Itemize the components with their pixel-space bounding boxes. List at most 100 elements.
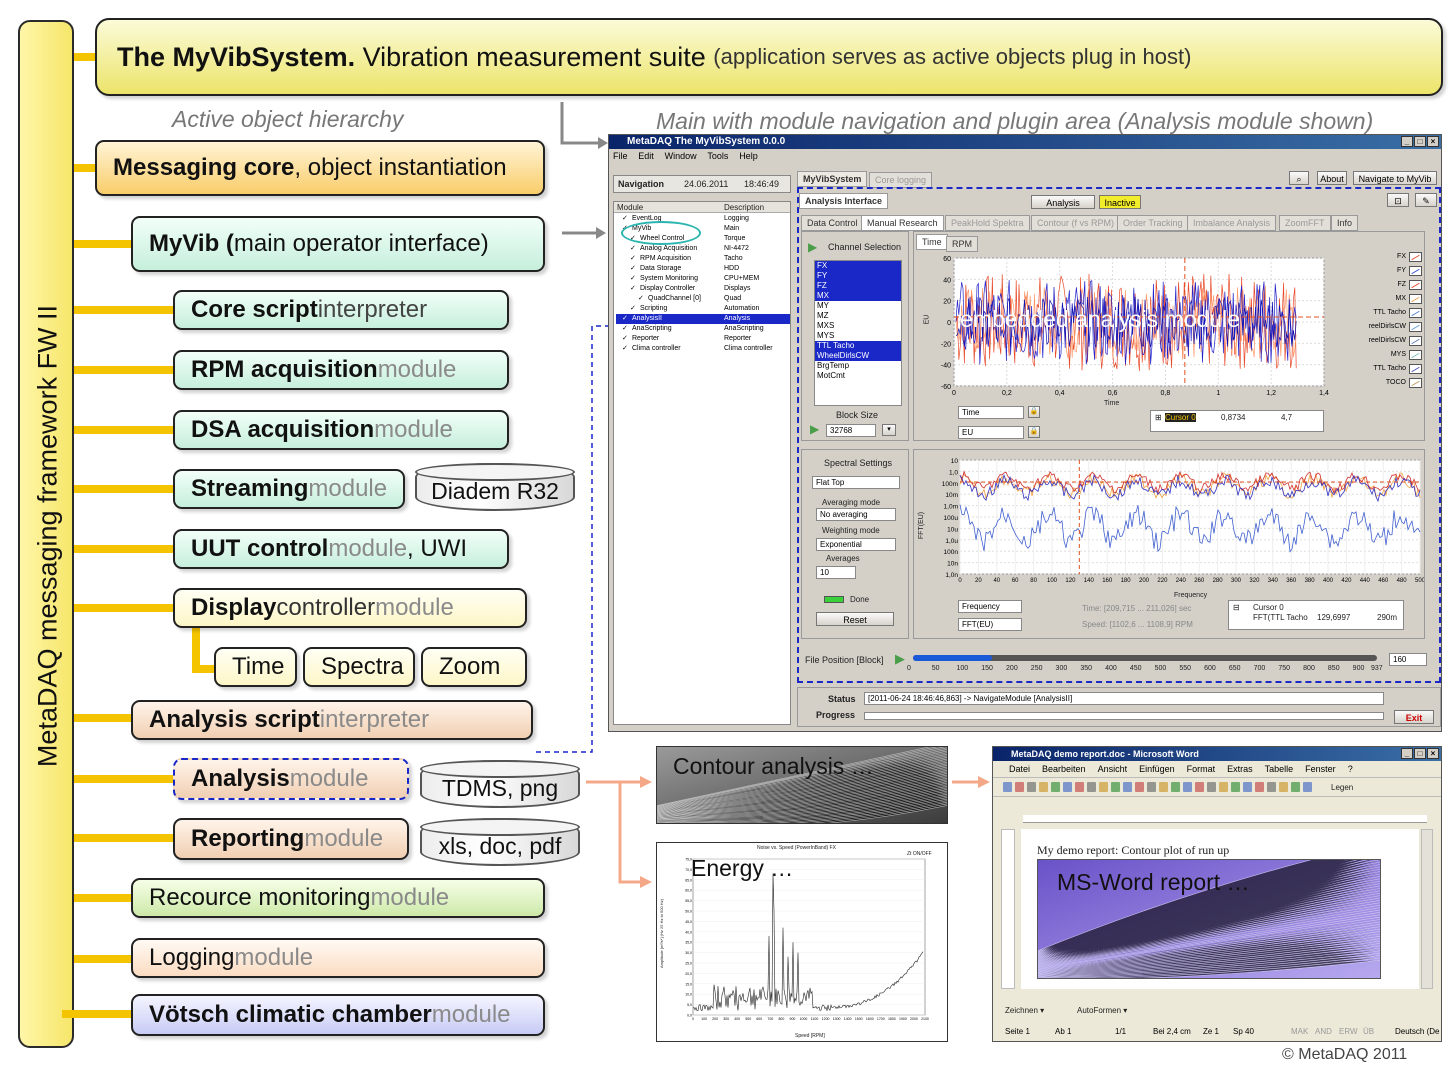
subtab-4[interactable]: Order Tracking	[1117, 215, 1189, 231]
subtab-1[interactable]: Manual Research	[861, 215, 944, 231]
word-menu-item[interactable]: ?	[1348, 764, 1353, 774]
channel-item[interactable]: FZ	[815, 281, 901, 291]
word-menu-item[interactable]: Tabelle	[1265, 764, 1294, 774]
toolbar-icon[interactable]	[1267, 782, 1276, 792]
tool-button[interactable]: ✎	[1415, 193, 1437, 207]
expand-icon[interactable]: ⊟	[1233, 603, 1240, 612]
exit-button[interactable]: Exit	[1394, 710, 1434, 724]
tree-row[interactable]: QuadChannel [0] Quad ✓	[616, 294, 790, 304]
navigate-button[interactable]: Navigate to MyVib	[1353, 171, 1437, 185]
eu-field[interactable]: EU	[958, 426, 1024, 439]
word-scrollbar[interactable]	[1421, 829, 1433, 989]
module-tree[interactable]: Module Description EventLog Logging ✓ MyVib…	[613, 201, 791, 725]
toolbar-icon[interactable]	[1207, 782, 1216, 792]
tree-row[interactable]: RPM Acquisition Tacho ✓	[616, 254, 790, 264]
subtab-0[interactable]: Data Control	[801, 215, 864, 231]
toolbar-icon[interactable]	[1159, 782, 1168, 792]
toolbar-icon[interactable]	[1003, 782, 1012, 792]
word-menu-item[interactable]: Datei	[1009, 764, 1030, 774]
channel-item[interactable]: MXS	[815, 321, 901, 331]
word-menu-item[interactable]: Format	[1187, 764, 1216, 774]
play-icon[interactable]: ▶	[808, 240, 817, 254]
frequency-field[interactable]: Frequency	[958, 600, 1022, 613]
toolbar-icon[interactable]	[1195, 782, 1204, 792]
word-menu-item[interactable]: Ansicht	[1098, 764, 1128, 774]
channel-list[interactable]: FX FY FZ MX MY MZ MXS MYS TTL Tacho WheelDirlsCW B…	[814, 260, 902, 406]
file-position-track[interactable]	[913, 655, 1377, 661]
toolbar-icon[interactable]	[1051, 782, 1060, 792]
toolbar-icon[interactable]	[1087, 782, 1096, 792]
subtab-5[interactable]: Imbalance Analysis	[1187, 215, 1277, 231]
channel-item[interactable]: WheelDirlsCW	[815, 351, 901, 361]
toolbar-icon[interactable]	[1231, 782, 1240, 792]
toolbar-icon[interactable]	[1183, 782, 1192, 792]
maximize-button[interactable]: □	[1414, 748, 1426, 759]
toolbar-icon[interactable]	[1255, 782, 1264, 792]
play-icon[interactable]: ▶	[895, 651, 905, 667]
word-menu-item[interactable]: Einfügen	[1139, 764, 1175, 774]
channel-item[interactable]: FX	[815, 261, 901, 271]
tree-row[interactable]: Clima controller Clima controller ✓	[616, 344, 790, 354]
word-menu-item[interactable]: Fenster	[1305, 764, 1336, 774]
about-button[interactable]: About	[1317, 171, 1347, 185]
tree-row[interactable]: AnalysisII Analysis ✓	[616, 314, 790, 324]
window-type-field[interactable]: Flat Top	[812, 476, 900, 489]
tree-row[interactable]: AnaScripting AnaScripting ✓	[616, 324, 790, 334]
toolbar-icon[interactable]	[1243, 782, 1252, 792]
averaging-mode-field[interactable]: No averaging	[816, 508, 896, 521]
word-menu-item[interactable]: Extras	[1227, 764, 1253, 774]
channel-item[interactable]: MZ	[815, 311, 901, 321]
tab-myvibsystem[interactable]: MyVibSystem	[797, 171, 868, 187]
channel-item[interactable]: BrgTemp	[815, 361, 901, 371]
analysis-interface-tab[interactable]: Analysis Interface	[799, 193, 889, 209]
close-button[interactable]: ×	[1427, 136, 1439, 147]
fft-field[interactable]: FFT(EU)	[958, 618, 1022, 631]
lock-icon[interactable]: 🔒	[1028, 426, 1040, 438]
search-icon[interactable]: ⌕	[1289, 171, 1309, 185]
tree-row[interactable]: Data Storage HDD ✓	[616, 264, 790, 274]
toolbar-icon[interactable]	[1303, 782, 1312, 792]
subtab-3[interactable]: Contour (f vs RPM)	[1031, 215, 1121, 231]
menu-file[interactable]: File	[613, 151, 628, 161]
panel-button[interactable]: ⊡	[1387, 193, 1409, 207]
draw-menu[interactable]: Zeichnen ▾	[1005, 1006, 1044, 1015]
block-size-field[interactable]: 32768	[826, 424, 876, 437]
subtab-6[interactable]: ZoomFFT	[1279, 215, 1331, 231]
play-icon[interactable]: ▶	[810, 422, 819, 436]
toolbar-icon[interactable]	[1075, 782, 1084, 792]
toolbar-icon[interactable]	[1111, 782, 1120, 792]
toolbar-icon[interactable]	[1027, 782, 1036, 792]
menu-tools[interactable]: Tools	[707, 151, 728, 161]
toolbar-icon[interactable]	[1099, 782, 1108, 792]
minimize-button[interactable]: _	[1401, 748, 1413, 759]
analysis-button[interactable]: Analysis	[1031, 195, 1095, 209]
tab-core-logging[interactable]: Core logging	[869, 172, 933, 188]
toolbar-icon[interactable]	[1135, 782, 1144, 792]
tab-rpm[interactable]: RPM	[946, 236, 978, 252]
tree-row[interactable]: System Monitoring CPU+MEM ✓	[616, 274, 790, 284]
tree-row[interactable]: Scripting Automation ✓	[616, 304, 790, 314]
averages-field[interactable]: 10	[816, 566, 856, 579]
channel-item[interactable]: TTL Tacho	[815, 341, 901, 351]
maximize-button[interactable]: □	[1414, 136, 1426, 147]
tree-row[interactable]: Reporter Reporter ✓	[616, 334, 790, 344]
time-field[interactable]: Time	[958, 406, 1024, 419]
word-menu-item[interactable]: Bearbeiten	[1042, 764, 1086, 774]
close-button[interactable]: ×	[1427, 748, 1439, 759]
toolbar-icon[interactable]	[1279, 782, 1288, 792]
channel-item[interactable]: MY	[815, 301, 901, 311]
subtab-2[interactable]: PeakHold Spektra	[945, 215, 1030, 231]
toolbar-icon[interactable]	[1219, 782, 1228, 792]
toolbar-icon[interactable]	[1015, 782, 1024, 792]
expand-icon[interactable]: ⊞	[1155, 413, 1162, 422]
channel-item[interactable]: MYS	[815, 331, 901, 341]
weighting-mode-field[interactable]: Exponential	[816, 538, 896, 551]
menu-window[interactable]: Window	[665, 151, 697, 161]
tree-row[interactable]: Analog Acquisition NI-4472 ✓	[616, 244, 790, 254]
tab-time[interactable]: Time	[916, 234, 948, 250]
toolbar-icon[interactable]	[1123, 782, 1132, 792]
channel-item[interactable]: FY	[815, 271, 901, 281]
tree-row[interactable]: Display Controller Displays ✓	[616, 284, 790, 294]
reset-button[interactable]: Reset	[816, 612, 894, 626]
autoshapes-menu[interactable]: AutoFormen ▾	[1077, 1006, 1127, 1015]
